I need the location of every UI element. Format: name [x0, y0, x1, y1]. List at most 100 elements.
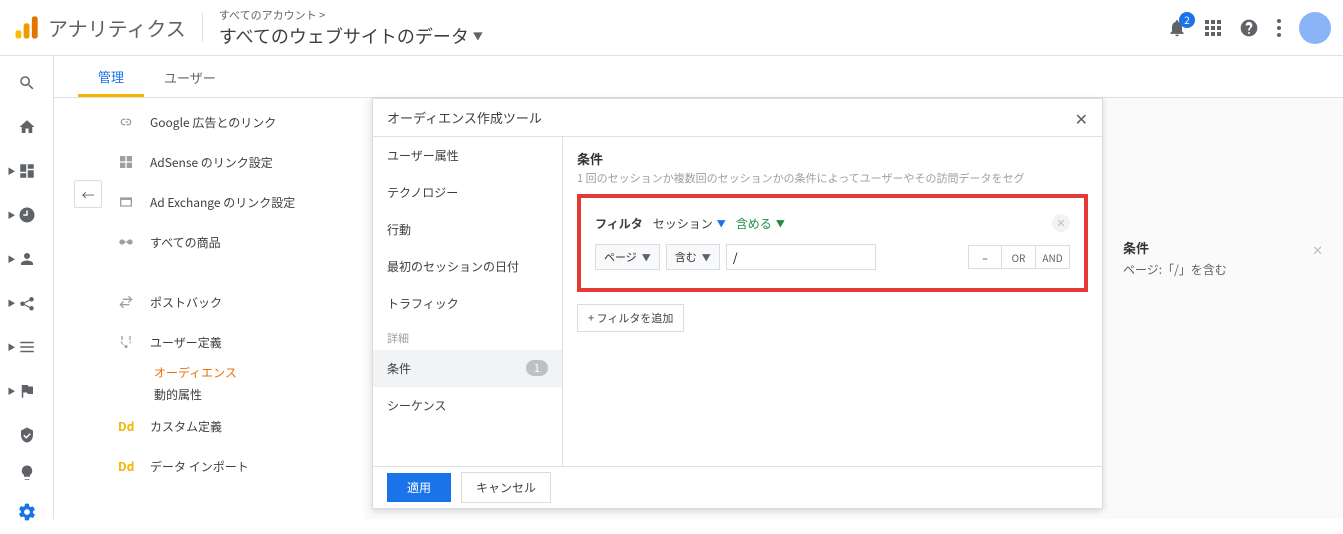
setting-label: Google 広告とのリンク	[150, 114, 276, 131]
help-button[interactable]	[1239, 18, 1259, 38]
list-icon	[18, 338, 36, 356]
rail-custom[interactable]: ▶	[18, 162, 36, 180]
remove-filter-button[interactable]: ✕	[1052, 214, 1070, 232]
help-icon	[1239, 18, 1259, 38]
side-tech[interactable]: テクノロジー	[373, 174, 562, 211]
include-select[interactable]: 含める▼	[736, 215, 785, 232]
rail-home[interactable]	[18, 118, 36, 136]
rail-discover[interactable]	[18, 464, 36, 482]
breadcrumb[interactable]: すべてのアカウント > すべてのウェブサイトのデータ ▼	[203, 7, 483, 49]
cond-count-badge: 1	[526, 360, 548, 376]
branch-icon	[118, 334, 136, 350]
session-text: セッション	[653, 215, 713, 232]
window-icon	[118, 194, 136, 210]
op-text: 含む	[675, 249, 697, 265]
setting-label: ユーザー定義	[150, 334, 222, 351]
rail-attribution[interactable]	[18, 426, 36, 444]
flag-icon	[18, 382, 36, 400]
setting-label: AdSense のリンク設定	[150, 154, 273, 171]
side-cond[interactable]: 条件 1	[373, 350, 562, 387]
rail-search[interactable]	[18, 74, 36, 92]
modal-header: オーディエンス作成ツール ✕	[373, 99, 1102, 137]
dd-icon: Dd	[118, 418, 136, 435]
crumb-bottom: すべてのウェブサイトのデータ ▼	[219, 23, 483, 49]
side-detail-label: 詳細	[373, 322, 562, 350]
logic-buttons: – OR AND	[968, 245, 1070, 269]
operator-select[interactable]: 含む ▼	[666, 244, 720, 270]
rail-realtime[interactable]: ▶	[18, 206, 36, 224]
chevron-down-icon: ▼	[702, 251, 711, 264]
analytics-logo-icon	[12, 14, 40, 42]
apply-button[interactable]: 適用	[387, 473, 451, 502]
setting-adexchange[interactable]: Ad Exchange のリンク設定	[118, 182, 364, 222]
apps-button[interactable]	[1205, 20, 1221, 36]
side-firstdate[interactable]: 最初のセッションの日付	[373, 248, 562, 285]
setting-dynattr[interactable]: 動的属性	[118, 384, 364, 406]
notif-badge: 2	[1179, 12, 1195, 28]
infinity-icon	[118, 234, 136, 250]
setting-userdef[interactable]: ユーザー定義	[118, 322, 364, 362]
or-button[interactable]: OR	[1002, 245, 1036, 269]
bulb-icon	[18, 464, 36, 482]
rail-admin[interactable]	[17, 502, 37, 522]
dim-text: ページ	[604, 249, 637, 265]
close-icon[interactable]: ✕	[1312, 240, 1323, 259]
summary-title: 条件	[1123, 238, 1323, 257]
setting-customdef[interactable]: Ddカスタム定義	[118, 406, 364, 446]
crumb-top: すべてのアカウント >	[219, 7, 483, 23]
chevron-down-icon: ▼	[642, 251, 651, 264]
filter-highlight-box: フィルタ セッション▼ 含める▼ ✕ ページ▼ 含む▼	[577, 194, 1088, 292]
more-button[interactable]	[1277, 19, 1281, 37]
gear-icon	[17, 502, 37, 522]
clock-icon	[18, 206, 36, 224]
setting-allproducts[interactable]: すべての商品	[118, 222, 364, 262]
modal-title: オーディエンス作成ツール	[387, 108, 542, 127]
attribution-icon	[18, 426, 36, 444]
value-input[interactable]	[726, 244, 876, 270]
setting-dataimport[interactable]: Ddデータ インポート	[118, 446, 364, 486]
modal-footer: 適用 キャンセル	[373, 466, 1102, 508]
side-userattr[interactable]: ユーザー属性	[373, 137, 562, 174]
rail-behavior[interactable]: ▶	[18, 338, 36, 356]
add-filter-button[interactable]: + フィルタを追加	[577, 304, 684, 332]
cond-desc: 1 回のセッションか複数回のセッションかの条件によってユーザーやその訪問データを…	[577, 170, 1088, 186]
avatar[interactable]	[1299, 12, 1331, 44]
setting-label: Ad Exchange のリンク設定	[150, 194, 295, 211]
crumb-bottom-text: すべてのウェブサイトのデータ	[219, 23, 469, 49]
setting-label: すべての商品	[150, 234, 221, 251]
search-icon	[18, 74, 36, 92]
side-cond-label: 条件	[387, 360, 411, 377]
modal-sidebar: ユーザー属性 テクノロジー 行動 最初のセッションの日付 トラフィック 詳細 条…	[373, 137, 563, 466]
setting-audience[interactable]: オーディエンス	[118, 362, 364, 384]
modal-close-button[interactable]: ✕	[1075, 106, 1088, 130]
notifications-button[interactable]: 2	[1167, 18, 1187, 38]
rail-conversion[interactable]: ▶	[18, 382, 36, 400]
side-behavior[interactable]: 行動	[373, 211, 562, 248]
chevron-down-icon: ▼	[717, 217, 726, 230]
back-button[interactable]: ←	[74, 180, 102, 208]
summary-text: ページ:「/」を含む	[1123, 261, 1323, 278]
rail-audience[interactable]: ▶	[18, 250, 36, 268]
setting-label: データ インポート	[150, 458, 249, 475]
person-icon	[18, 250, 36, 268]
tab-user[interactable]: ユーザー	[144, 68, 236, 97]
tab-admin[interactable]: 管理	[78, 67, 144, 97]
cancel-button[interactable]: キャンセル	[461, 472, 551, 503]
remove-clause-button[interactable]: –	[968, 245, 1002, 269]
app-header: アナリティクス すべてのアカウント > すべてのウェブサイトのデータ ▼ 2	[0, 0, 1343, 56]
setting-postback[interactable]: ポストバック	[118, 282, 364, 322]
session-select[interactable]: セッション ▼	[653, 215, 726, 232]
side-traffic[interactable]: トラフィック	[373, 285, 562, 322]
grid-icon	[118, 154, 136, 170]
setting-adsense[interactable]: AdSense のリンク設定	[118, 142, 364, 182]
summary-panel: ✕ 条件 ページ:「/」を含む	[1123, 238, 1323, 278]
swap-icon	[118, 294, 136, 310]
cond-title: 条件	[577, 149, 1088, 168]
setting-googleads[interactable]: Google 広告とのリンク	[118, 102, 364, 142]
side-seq[interactable]: シーケンス	[373, 387, 562, 424]
audience-builder-modal: オーディエンス作成ツール ✕ ユーザー属性 テクノロジー 行動 最初のセッション…	[372, 98, 1103, 509]
dimension-select[interactable]: ページ ▼	[595, 244, 660, 270]
and-button[interactable]: AND	[1036, 245, 1070, 269]
admin-tabs: 管理 ユーザー	[54, 56, 1343, 98]
rail-acquisition[interactable]: ▶	[18, 294, 36, 312]
